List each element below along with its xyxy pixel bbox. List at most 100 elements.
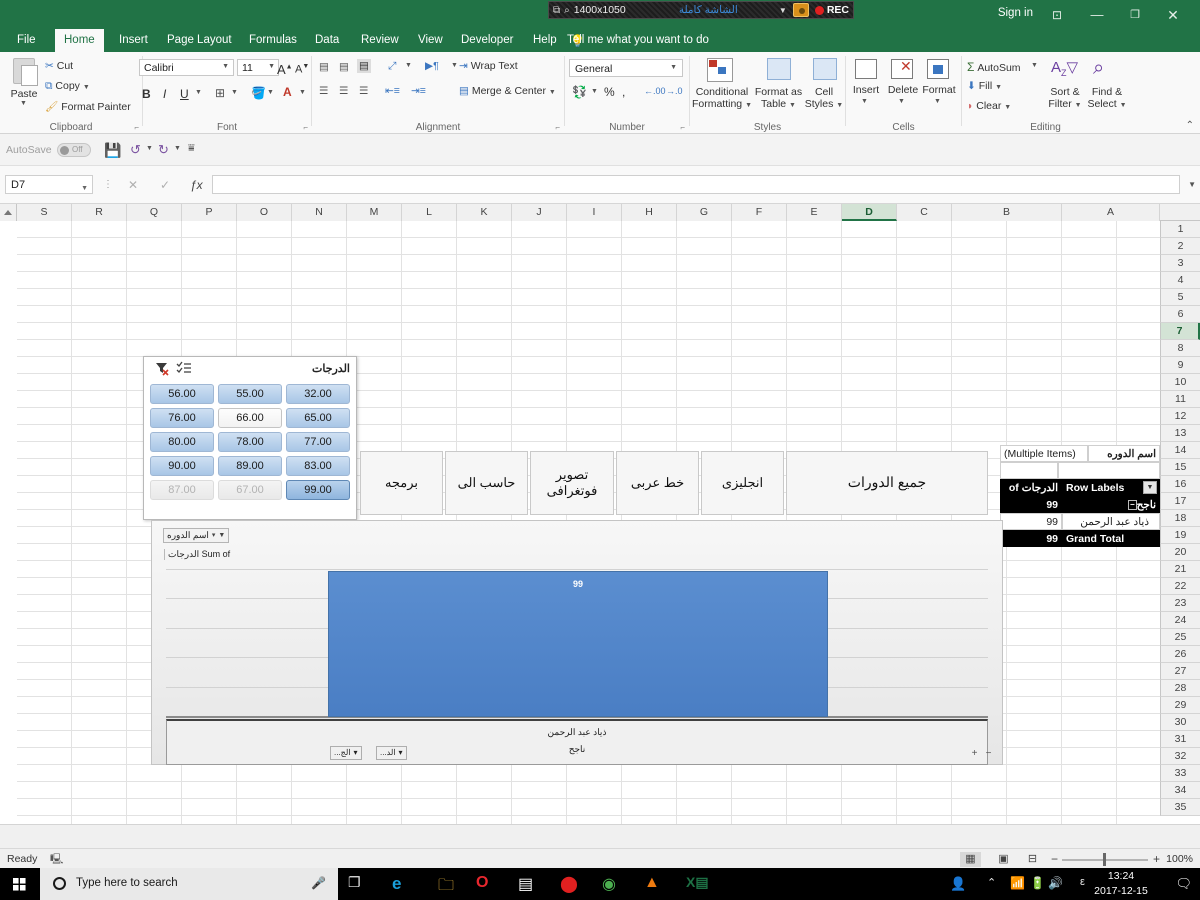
tab-data[interactable]: Data [306,29,348,52]
insert-dropdown-icon[interactable]: ▼ [861,98,868,105]
people-icon[interactable]: 👤 [950,876,966,892]
row-header-22[interactable]: 22 [1160,578,1200,595]
row-header-24[interactable]: 24 [1160,612,1200,629]
cut-button[interactable]: ✂ Cut [45,60,73,72]
find-select-button[interactable]: Find & Select ▼ [1085,86,1129,112]
col-S[interactable]: S [17,204,72,221]
pivot-filter-dropdown-icon[interactable]: ▼ [1143,481,1157,494]
decrease-indent-icon[interactable]: ⇤≡ [385,85,400,97]
normal-view-icon[interactable]: ▦ [960,852,981,867]
slicer-item[interactable]: 32.00 [286,384,350,404]
borders-dropdown-icon[interactable]: ▼ [231,89,238,96]
col-H[interactable]: H [622,204,677,221]
format-button[interactable]: Format [919,84,959,96]
col-E[interactable]: E [787,204,842,221]
col-I[interactable]: I [567,204,622,221]
row-header-32[interactable]: 32 [1160,748,1200,765]
expand-formula-bar-icon[interactable]: ▼ [1188,180,1196,189]
align-middle-icon[interactable]: ▤ [339,61,349,73]
row-header-28[interactable]: 28 [1160,680,1200,697]
chart-bar-series1[interactable] [328,571,828,717]
row-header-29[interactable]: 29 [1160,697,1200,714]
col-P[interactable]: P [182,204,237,221]
number-dialog-launcher-icon[interactable]: ⌐ [680,123,685,132]
table-row[interactable]: ذياد عبد الرحمن 99 [1000,513,1160,530]
recorder-icon[interactable]: ⬤ [560,874,582,895]
sort-filter-button[interactable]: Sort & Filter ▼ [1044,86,1086,112]
cs-dropdown-icon[interactable]: ▼ [836,102,843,109]
tab-formulas[interactable]: Formulas [240,29,306,52]
tab-help[interactable]: Help [524,29,566,52]
slicer-item[interactable]: 80.00 [150,432,214,452]
slicer-item[interactable]: 78.00 [218,432,282,452]
clear-button[interactable]: ◗ Clear ▼ [967,100,1011,112]
chrome-icon[interactable]: ◉ [602,874,624,895]
wifi-icon[interactable]: 📶 [1010,876,1025,890]
align-bottom-icon[interactable]: ▤ [357,59,371,73]
redo-icon[interactable]: ↻ [158,142,169,158]
name-box[interactable]: D7 ▼ [5,175,93,194]
direction-dropdown-icon[interactable]: ▼ [451,62,458,69]
pivot-table[interactable]: اسم الدوره (Multiple Items) Row Labels ▼… [1000,445,1160,547]
undo-icon[interactable]: ↺ [130,142,141,158]
number-format-caret-icon[interactable]: ▼ [670,64,677,71]
edge-icon[interactable]: e [392,874,414,895]
microphone-icon[interactable]: 🎤 [311,876,326,890]
format-painter-button[interactable]: 🖌 Format Painter [45,100,131,113]
fill-color-dropdown-icon[interactable]: ▼ [267,89,274,96]
font-color-dropdown-icon[interactable]: ▼ [299,89,306,96]
recorder-window-icon[interactable]: ⧉ [553,5,560,16]
pivot-row-labels-header[interactable]: Row Labels ▼ [1062,479,1160,496]
select-all-button[interactable] [0,204,17,221]
course-button-barmaga[interactable]: برمجه [360,451,443,515]
underline-button[interactable]: U [180,87,189,101]
col-A[interactable]: A [1062,204,1160,221]
merge-dropdown-icon[interactable]: ▼ [549,89,556,96]
slicer-item[interactable]: 77.00 [286,432,350,452]
course-button-all-courses[interactable]: جميع الدورات [786,451,988,515]
font-size-box[interactable]: 11 ▼ [237,59,279,76]
name-box-caret-icon[interactable]: ▼ [81,180,88,198]
underline-dropdown-icon[interactable]: ▼ [195,89,202,96]
row-header-3[interactable]: 3 [1160,255,1200,272]
row-header-34[interactable]: 34 [1160,782,1200,799]
row-header-11[interactable]: 11 [1160,391,1200,408]
chart-filter-button-course[interactable]: ▼ ▾ اسم الدوره [163,528,230,543]
save-icon[interactable]: 💾 [104,142,121,159]
col-Q[interactable]: Q [127,204,182,221]
grow-font-icon[interactable]: A▲ [277,62,293,77]
row-header-26[interactable]: 26 [1160,646,1200,663]
row-header-12[interactable]: 12 [1160,408,1200,425]
chevron-down-icon[interactable]: ▼ [779,6,787,15]
row-header-8[interactable]: 8 [1160,340,1200,357]
course-button-taswer[interactable]: تصوير فوتغرافى [530,451,614,515]
row-header-9[interactable]: 9 [1160,357,1200,374]
number-format-box[interactable]: General ▼ [569,59,683,77]
slicer-item[interactable]: 83.00 [286,456,350,476]
copy-button[interactable]: ⧉ Copy ▼ [45,80,90,93]
chart-field-button-2[interactable]: ▾ الج... [330,746,362,760]
word-document-icon[interactable]: ▤ [518,874,540,895]
tab-insert[interactable]: Insert [110,29,157,52]
sign-in-button[interactable]: Sign in [998,7,1033,19]
recorder-zoom-icon[interactable]: ⌕ [564,5,570,16]
clock-date[interactable]: 2017-12-15 [1084,885,1158,897]
row-header-17[interactable]: 17 [1160,493,1200,510]
wrap-text-button[interactable]: ⇥ Wrap Text [459,60,518,72]
course-button-haseb[interactable]: حاسب الى [445,451,528,515]
align-right-icon[interactable]: ☰ [359,85,368,97]
slicer-item[interactable]: 90.00 [150,456,214,476]
row-header-31[interactable]: 31 [1160,731,1200,748]
accounting-format-icon[interactable]: 💱 [572,85,587,99]
pivot-filter-value[interactable]: (Multiple Items) [1000,445,1088,462]
slicer-item[interactable]: 66.00 [218,408,282,428]
row-header-18[interactable]: 18 [1160,510,1200,527]
tab-home[interactable]: Home [55,29,104,52]
paste-button[interactable]: Paste [4,88,44,100]
battery-icon[interactable]: 🔋 [1030,876,1045,890]
slicer-item[interactable]: 55.00 [218,384,282,404]
tab-developer[interactable]: Developer [452,29,522,52]
clear-dropdown-icon[interactable]: ▼ [1004,104,1011,111]
customize-qat-icon[interactable]: ⩸ [188,142,195,155]
row-header-1[interactable]: 1 [1160,221,1200,238]
